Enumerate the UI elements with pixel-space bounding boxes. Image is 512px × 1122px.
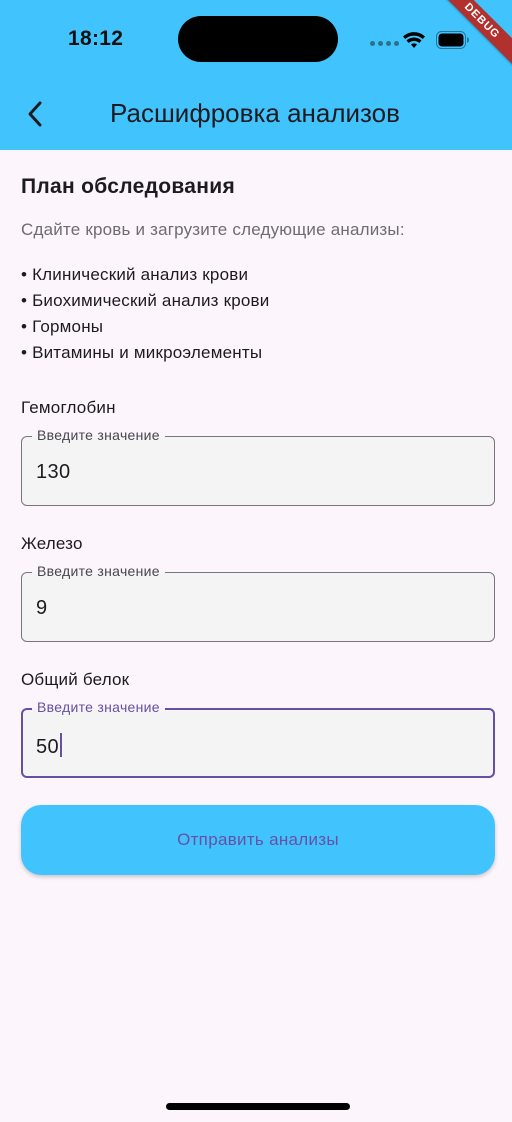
list-item: • Биохимический анализ крови	[21, 291, 270, 310]
app-bar: 18:12 DEBUG Расшифровка анализов	[0, 0, 512, 150]
hemoglobin-label: Гемоглобин	[21, 398, 116, 417]
hemoglobin-input[interactable]: Введите значение 130	[21, 427, 495, 506]
arrow-back-icon	[28, 101, 42, 127]
list-item: • Витамины и микроэлементы	[21, 343, 263, 362]
hemoglobin-input-value: 130	[36, 461, 71, 483]
page-title: Расшифровка анализов	[110, 98, 400, 128]
iron-label: Железо	[21, 534, 83, 553]
home-indicator[interactable]	[166, 1103, 350, 1110]
iron-input[interactable]: Введите значение 9	[21, 563, 495, 642]
status-time: 18:12	[68, 27, 124, 50]
submit-analyses-button[interactable]: Отправить анализы	[21, 805, 495, 875]
iron-input-placeholder: Введите значение	[32, 563, 165, 579]
wifi-icon	[403, 32, 425, 48]
dynamic-island	[178, 16, 338, 62]
total-protein-label: Общий белок	[21, 670, 130, 689]
back-button[interactable]	[16, 92, 56, 136]
text-cursor	[60, 733, 63, 757]
iron-input-value: 9	[36, 597, 48, 619]
battery-icon	[436, 31, 469, 49]
hemoglobin-input-placeholder: Введите значение	[32, 427, 165, 443]
list-item: • Гормоны	[21, 317, 104, 336]
analysis-list: • Клинический анализ крови • Биохимическ…	[21, 262, 269, 366]
total-protein-input-value: 50	[36, 733, 63, 759]
list-item: • Клинический анализ крови	[21, 265, 249, 284]
total-protein-input-placeholder: Введите значение	[32, 699, 165, 715]
total-protein-input[interactable]: Введите значение 50	[21, 699, 495, 778]
cellular-signal-icon	[370, 41, 399, 46]
section-title: План обследования	[21, 175, 235, 198]
section-subtitle: Сдайте кровь и загрузите следующие анали…	[21, 220, 405, 239]
